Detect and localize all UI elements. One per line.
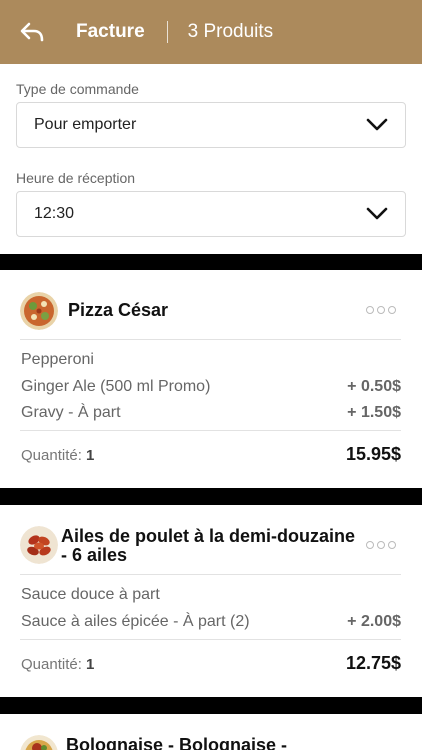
quantity-label: Quantité: xyxy=(21,656,82,673)
option-label: Gravy - À part xyxy=(21,404,121,421)
dot-icon xyxy=(388,306,396,314)
item-name: Bolognaise - Bolognaise - xyxy=(66,735,288,750)
wings-thumbnail xyxy=(20,526,58,564)
page-title: Facture xyxy=(76,21,145,42)
option-label: Sauce à ailes épicée - À part (2) xyxy=(21,613,250,630)
option-label: Ginger Ale (500 ml Promo) xyxy=(21,378,211,395)
cart-item[interactable]: Pizza César Pepperoni Ginger Ale (500 ml… xyxy=(0,270,422,488)
dot-icon xyxy=(366,306,374,314)
cart-item[interactable]: Bolognaise - Bolognaise - xyxy=(0,714,422,750)
option-price: + 2.00$ xyxy=(347,613,401,630)
order-type-label: Type de commande xyxy=(16,81,139,97)
option-row: Gravy - À part + 1.50$ xyxy=(21,404,401,422)
divider xyxy=(20,430,401,431)
option-row: Sauce douce à part xyxy=(21,586,401,604)
dot-icon xyxy=(366,541,374,549)
chevron-down-icon xyxy=(366,207,388,220)
option-price: + 1.50$ xyxy=(347,404,401,421)
more-options-button[interactable] xyxy=(366,306,396,314)
pickup-time-value: 12:30 xyxy=(34,205,75,222)
item-total: 12.75$ xyxy=(345,653,401,673)
divider xyxy=(20,574,401,575)
order-form: Type de commande Pour emporter Heure de … xyxy=(0,64,422,254)
order-type-value: Pour emporter xyxy=(34,116,137,133)
option-label: Pepperoni xyxy=(21,351,94,368)
dot-icon xyxy=(388,541,396,549)
reply-arrow-icon xyxy=(20,22,44,42)
option-price: + 0.50$ xyxy=(347,378,401,395)
option-row: Pepperoni xyxy=(21,351,401,369)
pickup-time-select[interactable]: 12:30 xyxy=(16,191,406,237)
header-divider xyxy=(166,21,168,43)
option-row: Ginger Ale (500 ml Promo) + 0.50$ xyxy=(21,378,401,396)
quantity-value: 1 xyxy=(86,447,95,464)
quantity-label: Quantité: xyxy=(21,447,82,464)
dot-icon xyxy=(377,541,385,549)
product-count: 3 Produits xyxy=(187,21,274,42)
quantity-row: Quantité: 1 12.75$ xyxy=(21,653,401,674)
more-options-button[interactable] xyxy=(366,541,396,549)
quantity-row: Quantité: 1 15.95$ xyxy=(21,444,401,465)
item-name-line-1: Ailes de poulet à la demi-douzaine xyxy=(61,526,356,546)
cart-item[interactable]: Ailes de poulet à la demi-douzaine - 6 a… xyxy=(0,505,422,697)
option-label: Sauce douce à part xyxy=(21,586,160,603)
item-name: Pizza César xyxy=(68,300,169,320)
chevron-down-icon xyxy=(366,118,388,131)
order-type-select[interactable]: Pour emporter xyxy=(16,102,406,148)
quantity-text: Quantité: 1 xyxy=(21,656,94,673)
item-name-line-2: - 6 ailes xyxy=(61,545,128,565)
item-total: 15.95$ xyxy=(345,444,401,464)
quantity-text: Quantité: 1 xyxy=(21,447,94,464)
pasta-thumbnail xyxy=(20,735,58,750)
dot-icon xyxy=(377,306,385,314)
quantity-value: 1 xyxy=(86,656,95,673)
back-button[interactable] xyxy=(0,0,64,64)
app-header: Facture 3 Produits xyxy=(0,0,422,64)
option-row: Sauce à ailes épicée - À part (2) + 2.00… xyxy=(21,613,401,631)
pickup-time-label: Heure de réception xyxy=(16,170,136,186)
pizza-thumbnail xyxy=(20,292,58,330)
divider xyxy=(20,639,401,640)
divider xyxy=(20,339,401,340)
